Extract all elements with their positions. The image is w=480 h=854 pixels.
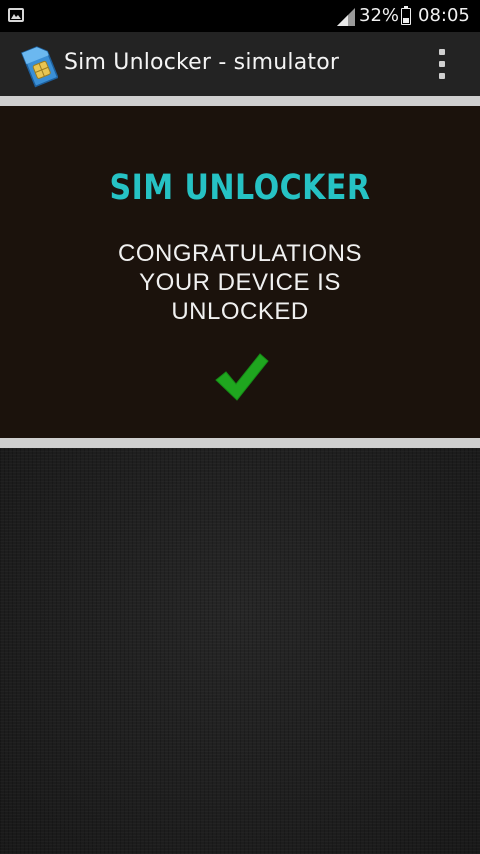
app-title: Sim Unlocker - simulator — [64, 50, 340, 75]
overflow-menu-icon[interactable] — [430, 46, 454, 82]
status-bar: 32% 08:05 — [0, 0, 480, 32]
result-panel: SIM UNLOCKER CONGRATULATIONS YOUR DEVICE… — [0, 106, 480, 438]
message-line-1: CONGRATULATIONS — [118, 240, 362, 267]
top-divider — [0, 96, 480, 106]
clock: 08:05 — [418, 5, 470, 26]
action-bar: Sim Unlocker - simulator — [0, 32, 480, 96]
sim-card-icon — [21, 46, 58, 88]
message-line-2: YOUR DEVICE IS — [139, 269, 341, 296]
signal-icon — [337, 8, 355, 26]
message-line-3: UNLOCKED — [171, 298, 309, 325]
result-heading: SIM UNLOCKER — [109, 168, 371, 208]
textured-background — [0, 448, 480, 854]
checkmark-icon — [215, 353, 269, 401]
battery-percent: 32% — [359, 5, 400, 26]
battery-icon — [401, 6, 411, 25]
app-screen: 32% 08:05 Sim Unlocker - simulator SIM U… — [0, 0, 480, 854]
bottom-divider — [0, 438, 480, 448]
gallery-icon — [8, 8, 24, 22]
